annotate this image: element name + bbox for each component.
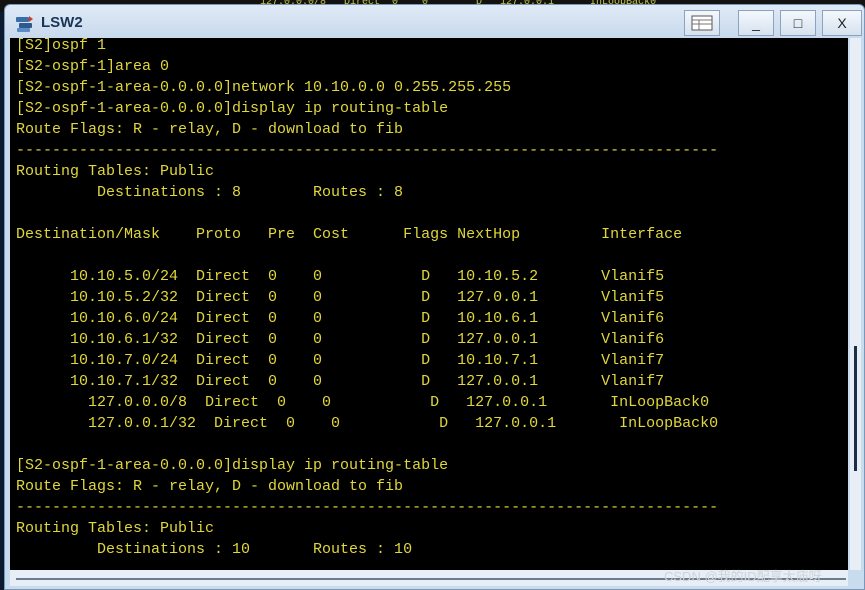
close-icon: X [837,15,847,31]
terminal-line: [S2-ospf-1-area-0.0.0.0]display ip routi… [16,100,449,117]
terminal-line: 127.0.0.1/32 Direct 0 0 D 127.0.0.1 InLo… [16,415,719,432]
vertical-scrollbar[interactable] [850,38,861,570]
terminal-line: Route Flags: R - relay, D - download to … [16,121,404,138]
terminal-line: [S2-ospf-1-area-0.0.0.0]network 10.10.0.… [16,79,512,96]
title-bar[interactable]: LSW2 _ □ X [5,5,864,41]
terminal-line: [S2-ospf-1]area 0 [16,58,170,75]
restore-icon-button[interactable] [684,10,720,36]
terminal-line: [S2-ospf-1-area-0.0.0.0]display ip routi… [16,457,449,474]
switch-app-icon [16,16,33,32]
terminal-line: 127.0.0.0/8 Direct 0 0 D 127.0.0.1 InLoo… [16,394,710,411]
minimize-icon: _ [752,15,760,31]
terminal-line: 10.10.6.1/32 Direct 0 0 D 127.0.0.1 Vlan… [16,331,665,348]
terminal-line: Routing Tables: Public [16,163,215,180]
minimize-button[interactable]: _ [738,10,774,36]
terminal-line: 10.10.7.1/32 Direct 0 0 D 127.0.0.1 Vlan… [16,373,665,390]
watermark: CSDN @我的ID配享太庙呀 [664,569,822,584]
terminal-line: 10.10.7.0/24 Direct 0 0 D 10.10.7.1 Vlan… [16,352,665,369]
maximize-icon: □ [793,15,803,31]
terminal-line: ----------------------------------------… [16,499,719,516]
terminal-line: 10.10.5.0/24 Direct 0 0 D 10.10.5.2 Vlan… [16,268,665,285]
maximize-button[interactable]: □ [780,10,816,36]
terminal-line: 10.10.6.0/24 Direct 0 0 D 10.10.6.1 Vlan… [16,310,665,327]
terminal-line: Route Flags: R - relay, D - download to … [16,478,404,495]
window-title: LSW2 [41,14,83,31]
terminal-line: ----------------------------------------… [16,142,719,159]
terminal-output[interactable]: [S2]ospf 1 [S2-ospf-1]area 0 [S2-ospf-1-ar… [10,38,848,570]
terminal-line: [S2]ospf 1 [16,38,107,54]
terminal-line: Routing Tables: Public [16,520,215,537]
vertical-scroll-thumb[interactable] [854,346,857,471]
terminal-line: 10.10.5.2/32 Direct 0 0 D 127.0.0.1 Vlan… [16,289,665,306]
terminal-line: Destinations : 8 Routes : 8 [16,184,404,201]
grid-icon [691,15,713,31]
close-button[interactable]: X [822,10,862,36]
terminal-line: Destinations : 10 Routes : 10 [16,541,413,558]
terminal-line: Destination/Mask Proto Pre Cost Flags Ne… [16,226,683,243]
